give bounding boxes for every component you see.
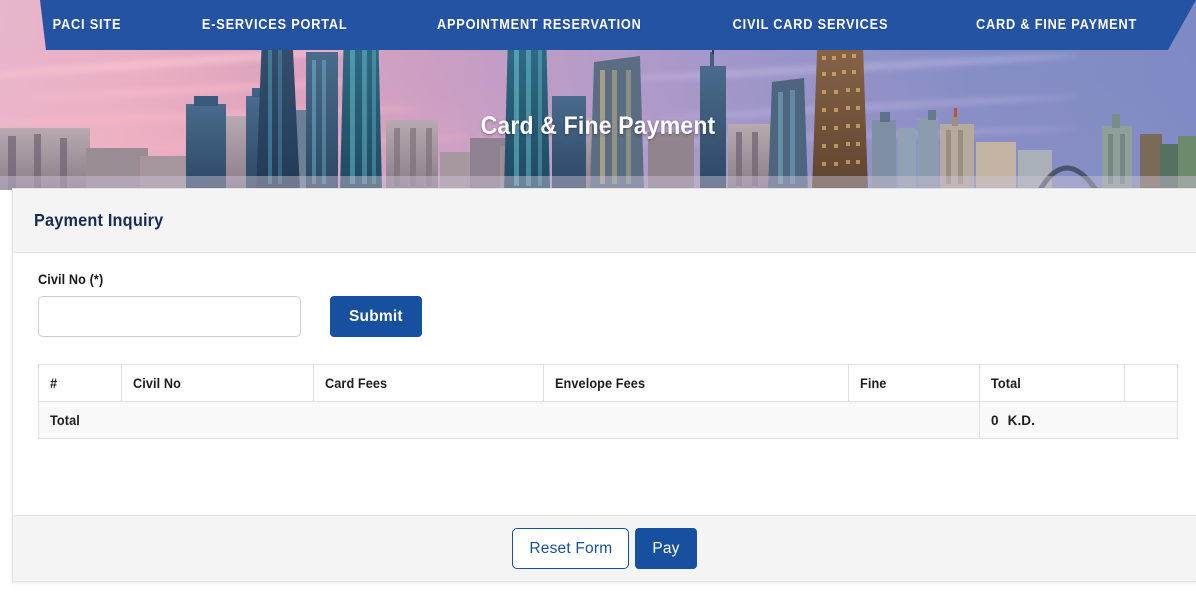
nav-item-eservices-portal[interactable]: E-SERVICES PORTAL	[173, 17, 377, 33]
total-row-amount-cell: 0 K.D.	[979, 401, 1178, 439]
fees-table: # Civil No Card Fees Envelope Fees Fine …	[38, 364, 1178, 439]
column-header-total-label: Total	[991, 375, 1021, 391]
reset-form-button[interactable]: Reset Form	[512, 528, 630, 569]
fees-table-body: Total 0 K.D.	[38, 401, 1178, 439]
page-root: PACI SITE E-SERVICES PORTAL APPOINTMENT …	[0, 0, 1196, 595]
civil-no-field-row: Submit	[38, 296, 1175, 337]
nav-item-appointment-reservation[interactable]: APPOINTMENT RESERVATION	[408, 17, 671, 33]
nav-items-container: PACI SITE E-SERVICES PORTAL APPOINTMENT …	[40, 0, 1196, 50]
column-header-total: Total	[979, 364, 1125, 402]
column-header-civil-no: Civil No	[121, 364, 314, 402]
payment-inquiry-panel: Payment Inquiry Civil No (*) Submit # Ci…	[12, 188, 1196, 582]
table-header-row: # Civil No Card Fees Envelope Fees Fine …	[38, 364, 1178, 402]
page-title: Card & Fine Payment	[480, 112, 716, 140]
panel-header: Payment Inquiry	[13, 189, 1196, 253]
nav-item-civil-card-services[interactable]: CIVIL CARD SERVICES	[704, 17, 918, 33]
nav-item-card-fine-payment[interactable]: CARD & FINE PAYMENT	[947, 17, 1166, 33]
main-navigation-bar: PACI SITE E-SERVICES PORTAL APPOINTMENT …	[40, 0, 1196, 50]
submit-button[interactable]: Submit	[330, 296, 422, 337]
column-header-fine-label: Fine	[860, 375, 887, 391]
total-row-label: Total	[50, 412, 80, 428]
fees-table-wrapper: # Civil No Card Fees Envelope Fees Fine …	[38, 364, 1178, 439]
table-total-row: Total 0 K.D.	[38, 401, 1178, 439]
panel-header-title: Payment Inquiry	[34, 210, 164, 230]
fees-table-head: # Civil No Card Fees Envelope Fees Fine …	[38, 364, 1178, 402]
column-header-civil-no-label: Civil No	[133, 375, 181, 391]
total-row-label-cell: Total	[38, 401, 980, 439]
column-header-fine: Fine	[848, 364, 980, 402]
civil-no-input[interactable]	[38, 296, 301, 337]
column-header-envelope-fees-label: Envelope Fees	[555, 375, 646, 391]
column-header-index-label: #	[50, 375, 58, 391]
column-header-index: #	[38, 364, 122, 402]
civil-no-label: Civil No (*)	[38, 272, 104, 287]
total-amount-currency: K.D.	[1007, 412, 1036, 428]
column-header-card-fees-label: Card Fees	[325, 375, 388, 391]
panel-footer: Reset Form Pay	[13, 515, 1196, 581]
pay-button[interactable]: Pay	[635, 528, 697, 569]
column-header-envelope-fees: Envelope Fees	[543, 364, 849, 402]
total-amount-group: 0 K.D.	[991, 413, 1035, 428]
column-header-action	[1124, 364, 1178, 402]
total-amount-value: 0	[991, 412, 999, 428]
panel-body: Civil No (*) Submit # Civil No Card Fees…	[13, 253, 1196, 515]
column-header-card-fees: Card Fees	[313, 364, 544, 402]
